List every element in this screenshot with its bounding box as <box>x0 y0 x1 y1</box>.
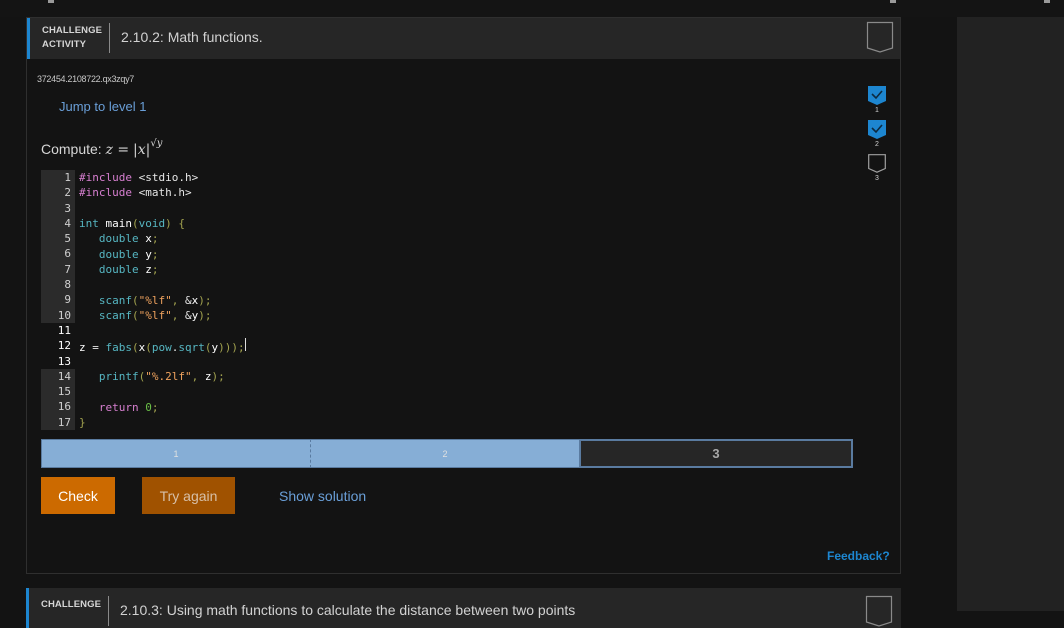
code-text: scanf("%lf", &y); <box>98 308 212 322</box>
level-progress-bar: 1 2 3 <box>41 439 853 468</box>
code-line: 7 double z; <box>41 261 271 278</box>
code-text: double z; <box>98 262 159 276</box>
feedback-link[interactable]: Feedback? <box>827 549 890 563</box>
code-text: #include <math.h> <box>79 186 192 200</box>
activity-type-label: CHALLENGE ACTIVITY <box>42 24 102 52</box>
text-cursor <box>244 337 246 351</box>
code-text[interactable]: z = fabs(x(pow.sqrt(y))); <box>75 337 246 354</box>
activity-title: 2.10.3: Using math functions to calculat… <box>120 602 576 618</box>
top-strip <box>0 0 1064 17</box>
completion-badge-icon <box>865 595 893 627</box>
header-divider <box>108 596 109 626</box>
line-number: 1 <box>41 170 75 186</box>
line-number: 12 <box>57 339 71 353</box>
code-line: 1 #include <stdio.h> <box>41 170 271 186</box>
line-number: 11 <box>57 323 71 337</box>
line-number: 8 <box>41 277 75 293</box>
header-divider <box>109 23 110 53</box>
level-number: 2 <box>875 141 879 148</box>
top-tick <box>890 0 896 3</box>
line-number: 4 <box>41 215 75 232</box>
right-panel <box>957 17 1064 611</box>
level-indicator-3[interactable]: 3 <box>866 154 888 182</box>
level-incomplete-icon <box>868 154 886 173</box>
compute-base: |x| <box>133 142 151 158</box>
level-number: 3 <box>875 175 879 182</box>
show-solution-link[interactable]: Show solution <box>279 488 366 504</box>
check-button[interactable]: Check <box>41 477 115 514</box>
level-complete-check-icon <box>868 86 886 105</box>
code-line: 16 return 0; <box>41 399 271 415</box>
code-text: scanf("%lf", &x); <box>98 293 212 307</box>
code-line: 3 <box>41 200 271 216</box>
activity-header: CHALLENGE ACTIVITY 2.10.2: Math function… <box>27 18 900 59</box>
code-text: } <box>79 415 86 429</box>
try-again-button[interactable]: Try again <box>142 477 235 514</box>
line-number: 7 <box>41 261 75 278</box>
compute-exponent: √y <box>150 138 163 149</box>
next-activity-card: CHALLENGE 2.10.3: Using math functions t… <box>26 588 901 628</box>
top-tick <box>1044 0 1050 3</box>
code-line: 8 <box>41 277 271 293</box>
compute-prefix: Compute: <box>41 141 102 157</box>
progress-segment-1[interactable]: 1 <box>41 439 311 468</box>
level-complete-check-icon <box>868 120 886 139</box>
line-number: 15 <box>41 384 75 400</box>
code-text: printf("%.2lf", z); <box>98 370 225 383</box>
line-number: 2 <box>41 185 75 201</box>
challenge-activity-card: CHALLENGE ACTIVITY 2.10.2: Math function… <box>26 17 901 574</box>
line-number: 6 <box>41 246 75 262</box>
code-editor[interactable]: 1 #include <stdio.h> 2 #include <math.h> 3… <box>41 170 271 431</box>
line-number: 14 <box>41 368 75 385</box>
code-text: #include <stdio.h> <box>79 171 199 185</box>
code-text: double x; <box>98 232 159 246</box>
level-indicator-1[interactable]: 1 <box>866 86 888 114</box>
activity-id: 372454.2108722.qx3zqy7 <box>37 74 134 84</box>
code-text: double y; <box>98 247 159 261</box>
completion-badge-icon <box>866 21 894 53</box>
code-line: 5 double x; <box>41 231 271 247</box>
top-tick <box>48 0 54 3</box>
code-line: 6 double y; <box>41 246 271 262</box>
line-number: 9 <box>41 292 75 308</box>
code-line: 14 printf("%.2lf", z); <box>41 368 271 385</box>
code-line: 9 scanf("%lf", &x); <box>41 292 271 308</box>
level-indicator-2[interactable]: 2 <box>866 120 888 148</box>
line-number: 13 <box>57 354 71 368</box>
compute-lhs: z = <box>105 142 130 158</box>
line-number: 3 <box>41 200 75 216</box>
code-line-editable[interactable]: 13 <box>41 354 271 369</box>
line-number: 17 <box>41 414 75 431</box>
jump-to-level-link[interactable]: Jump to level 1 <box>59 99 146 114</box>
line-number: 5 <box>41 231 75 247</box>
code-line: 17} <box>41 414 271 431</box>
level-indicators: 1 2 3 <box>866 86 888 188</box>
code-line-editable[interactable]: 11 <box>41 323 271 338</box>
code-text: return 0; <box>98 400 159 414</box>
code-line: 2 #include <math.h> <box>41 185 271 201</box>
progress-segment-3[interactable]: 3 <box>579 439 853 468</box>
line-number: 10 <box>41 307 75 323</box>
progress-segment-2[interactable]: 2 <box>311 439 579 468</box>
activity-title: 2.10.2: Math functions. <box>121 29 263 45</box>
code-line: 4 int main(void) { <box>41 215 271 232</box>
activity-type-label: CHALLENGE <box>41 599 102 610</box>
label-line-1: CHALLENGE <box>42 25 103 36</box>
code-line: 10 scanf("%lf", &y); <box>41 307 271 323</box>
level-number: 1 <box>875 107 879 114</box>
code-text: int main(void) { <box>79 217 185 231</box>
compute-prompt: Compute: z = |x|√y <box>41 138 163 158</box>
label-line-2: ACTIVITY <box>42 39 87 50</box>
code-line-editable[interactable]: 12 z = fabs(x(pow.sqrt(y))); <box>41 337 271 354</box>
line-number: 16 <box>41 399 75 415</box>
code-line: 15 <box>41 384 271 400</box>
